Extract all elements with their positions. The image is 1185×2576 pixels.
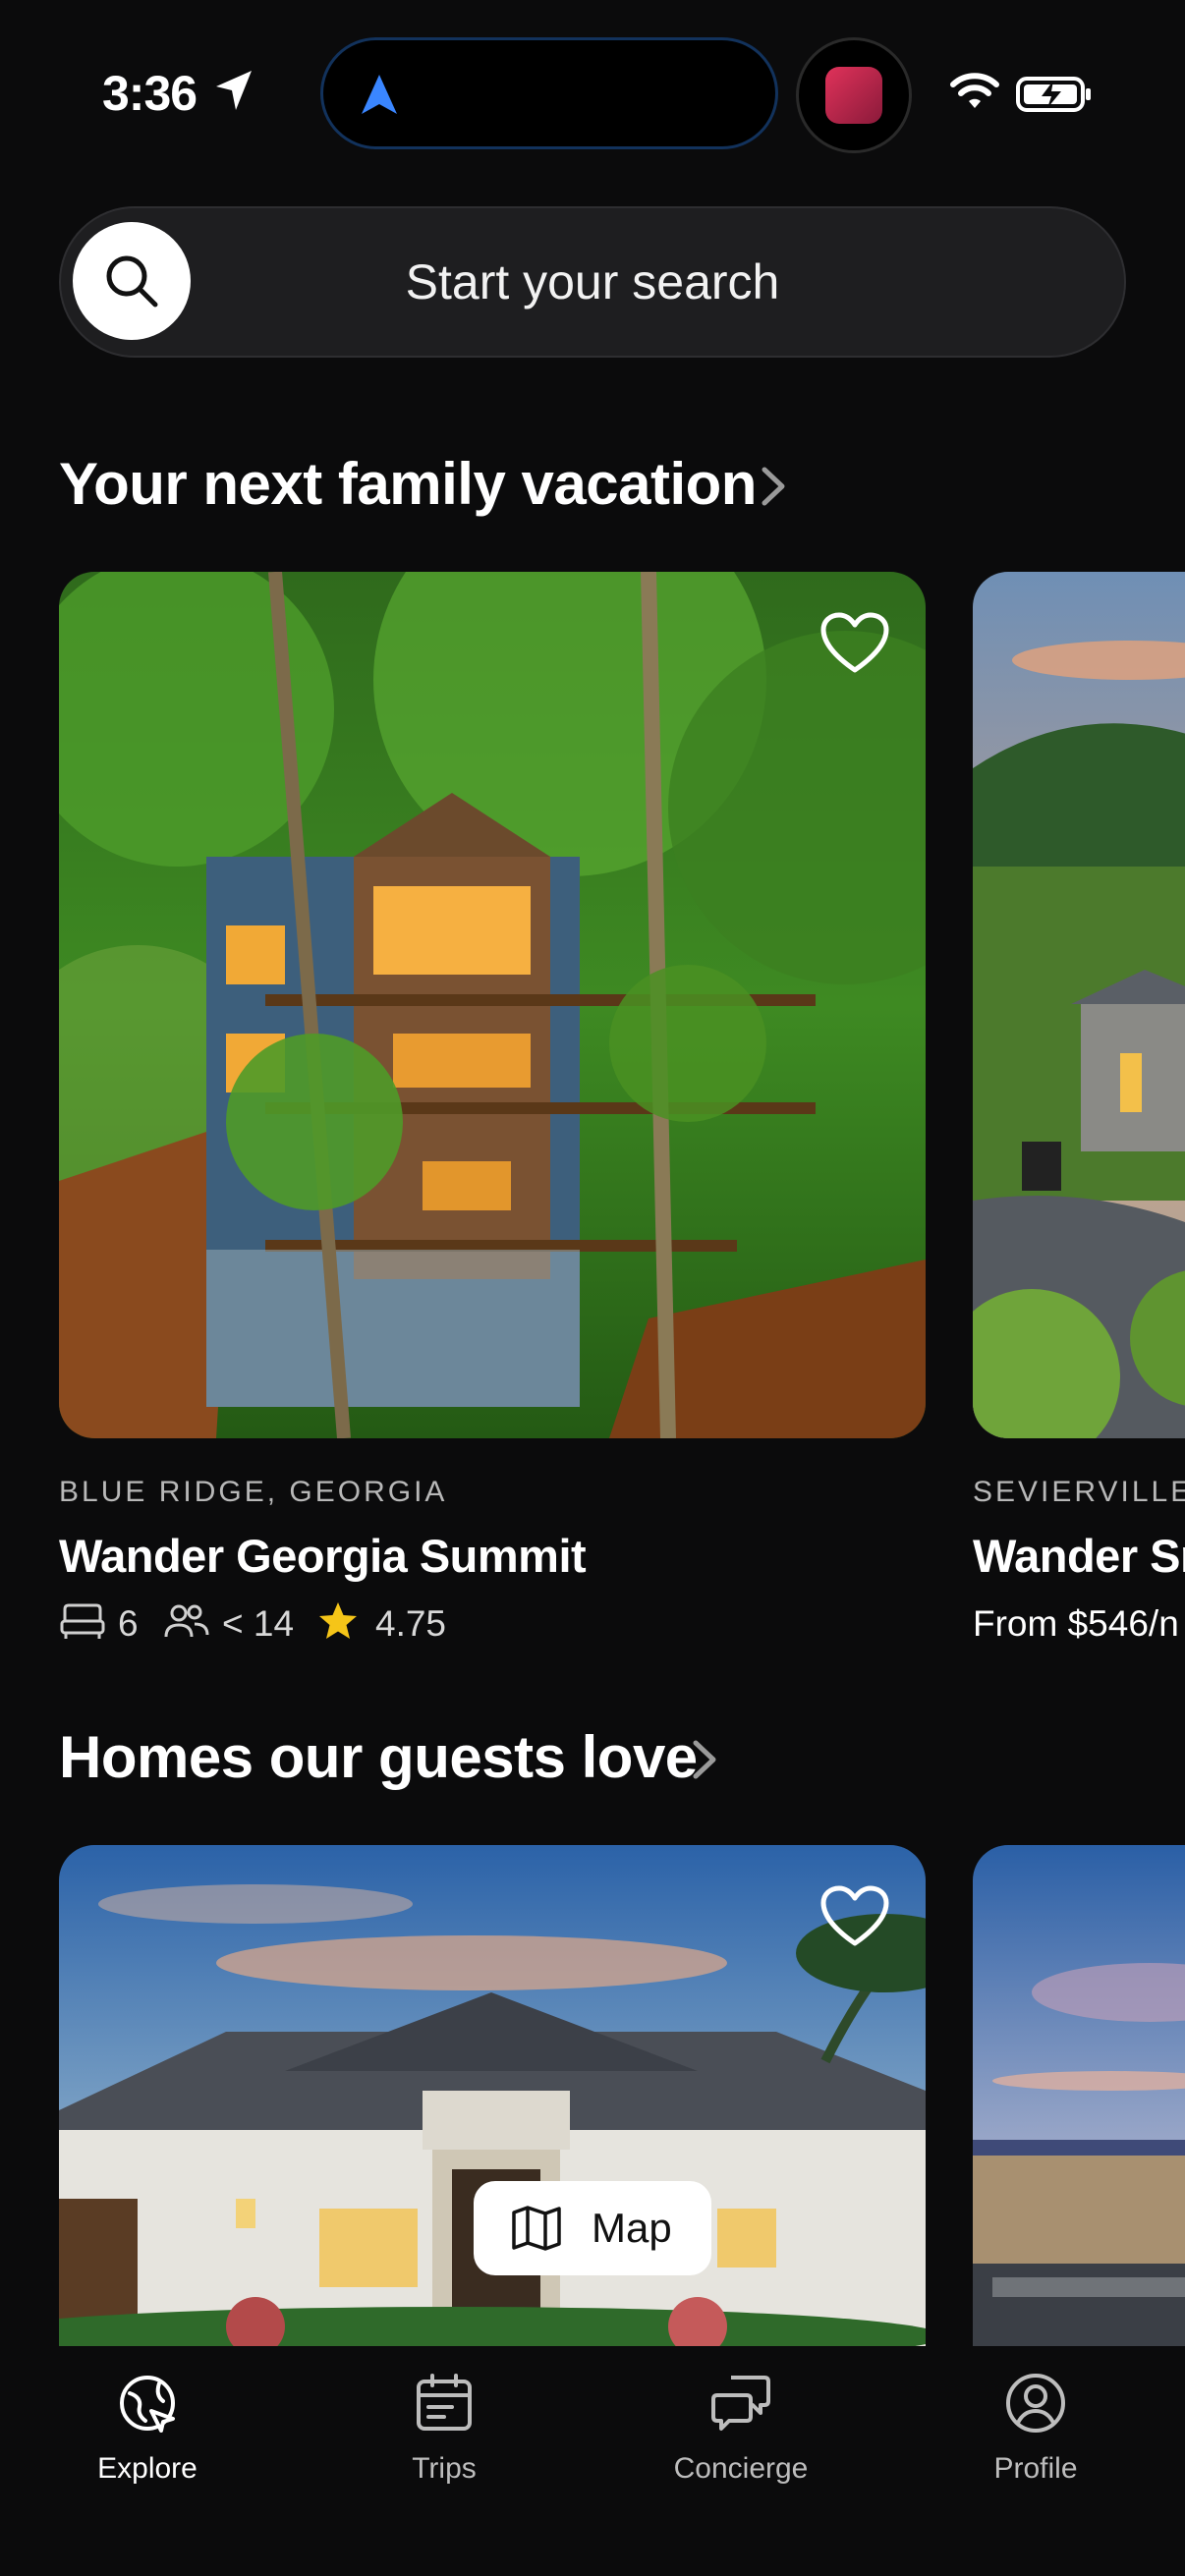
tab-label: Concierge <box>673 2452 809 2485</box>
search-input[interactable]: Start your search <box>0 253 1185 310</box>
section-title-family-vacation[interactable]: Your next family vacation <box>59 450 757 518</box>
listing-title[interactable]: Wander Georgia Summit <box>59 1529 587 1583</box>
listing-guests: < 14 <box>222 1603 295 1644</box>
listing-rating: 4.75 <box>375 1603 447 1644</box>
bed-icon <box>60 1603 105 1639</box>
listing-beds: 6 <box>118 1603 139 1644</box>
status-time: 3:36 <box>102 66 198 121</box>
listing-location: SEVIERVILLE <box>973 1476 1185 1508</box>
explore-icon <box>120 2376 175 2433</box>
listing-location: BLUE RIDGE, GEORGIA <box>59 1476 448 1508</box>
tab-label: Profile <box>993 2452 1078 2485</box>
map-icon <box>512 2206 561 2251</box>
listing-title[interactable]: Wander Sr <box>973 1529 1185 1583</box>
listing-price: From $546/n <box>973 1603 1179 1644</box>
chevron-right-icon[interactable] <box>688 1735 721 1784</box>
location-arrow-icon <box>216 71 252 110</box>
section-title-homes-guests-love[interactable]: Homes our guests love <box>59 1723 698 1791</box>
guests-icon <box>164 1604 209 1638</box>
tab-concierge[interactable]: Concierge <box>643 2368 839 2495</box>
navigation-icon <box>362 75 397 114</box>
profile-icon <box>1006 2374 1065 2433</box>
listing-photo-sevierville[interactable] <box>973 572 1185 1438</box>
favorite-heart-icon[interactable] <box>819 1884 890 1947</box>
tab-trips[interactable]: Trips <box>346 2368 542 2495</box>
map-button[interactable]: Map <box>474 2181 711 2275</box>
calendar-icon <box>417 2374 472 2431</box>
chevron-right-icon[interactable] <box>757 462 790 511</box>
star-icon <box>319 1602 357 1639</box>
tab-explore[interactable]: Explore <box>49 2368 246 2495</box>
map-button-label: Map <box>592 2205 672 2251</box>
listing-photo-desert-home[interactable] <box>973 1845 1185 2346</box>
tab-label: Trips <box>412 2452 477 2485</box>
wifi-icon <box>950 73 999 108</box>
favorite-heart-icon[interactable] <box>819 611 890 674</box>
battery-charging-icon <box>1016 77 1091 112</box>
app-badge-icon <box>825 67 882 124</box>
chat-icon <box>711 2376 770 2431</box>
tab-label: Explore <box>97 2452 198 2485</box>
listing-photo-georgia-summit[interactable] <box>59 572 926 1438</box>
tab-profile[interactable]: Profile <box>937 2368 1134 2495</box>
